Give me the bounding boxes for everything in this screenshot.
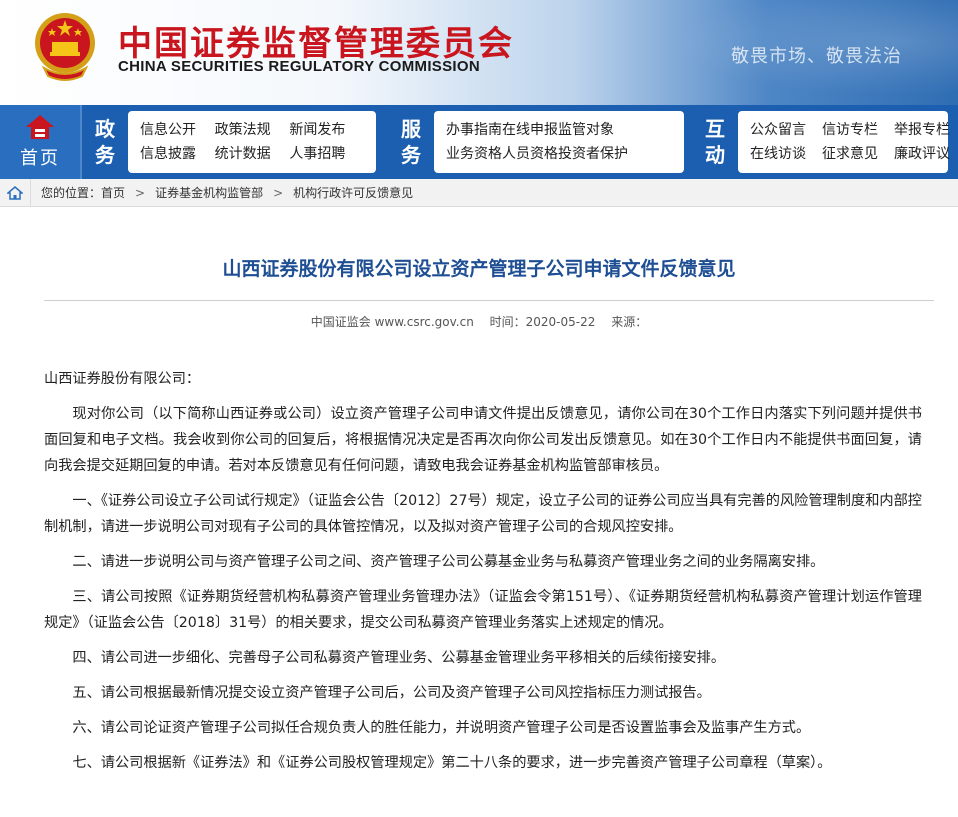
site-title-en: CHINA SECURITIES REGULATORY COMMISSION xyxy=(118,58,480,75)
article-paragraph: 六、请公司论证资产管理子公司拟任合规负责人的胜任能力，并说明资产管理子公司是否设… xyxy=(72,720,811,736)
article-paragraph: 现对你公司（以下简称山西证券或公司）设立资产管理子公司申请文件提出反馈意见，请你… xyxy=(44,406,922,474)
breadcrumb-separator: > xyxy=(273,185,284,200)
article-time: 时间：2020-05-22 xyxy=(489,315,596,329)
breadcrumb-separator: > xyxy=(135,185,146,200)
nav-home-label: 首页 xyxy=(20,148,60,169)
nav-category-char: 务 xyxy=(95,143,115,167)
nav-category-char: 互 xyxy=(705,117,725,141)
site-header: 中国证券监督管理委员会 CHINA SECURITIES REGULATORY … xyxy=(0,0,958,105)
article-paragraph: 五、请公司根据最新情况提交设立资产管理子公司后，公司及资产管理子公司风控指标压力… xyxy=(72,685,711,701)
nav-link-news[interactable]: 新闻发布 xyxy=(289,118,364,142)
nav-panel-hudong: 公众留言 信访专栏 举报专栏 在线访谈 征求意见 廉政评议 xyxy=(738,111,950,173)
national-emblem-icon xyxy=(35,13,95,81)
article-body: 山西证券股份有限公司： 现对你公司（以下简称山西证券或公司）设立资产管理子公司申… xyxy=(44,366,922,776)
nav-link-solicit-opinion[interactable]: 征求意见 xyxy=(822,142,878,166)
site-slogan: 敬畏市场、敬畏法治 xyxy=(731,46,902,67)
breadcrumb-prefix: 您的位置： xyxy=(41,186,102,200)
main-nav: 首页 政 务 信息公开 政策法规 新闻发布 信息披露 统计数据 人事招聘 服 务… xyxy=(0,105,958,179)
article-title: 山西证券股份有限公司设立资产管理子公司申请文件反馈意见 xyxy=(222,258,736,280)
article: 山西证券股份有限公司设立资产管理子公司申请文件反馈意见 中国证监会 www.cs… xyxy=(0,255,958,776)
article-meta: 中国证监会 www.csrc.gov.cn 时间：2020-05-22 来源： xyxy=(0,314,958,330)
article-source: 中国证监会 www.csrc.gov.cn xyxy=(310,315,474,329)
nav-category-char: 务 xyxy=(401,143,421,167)
nav-link-recruitment[interactable]: 人事招聘 xyxy=(289,142,364,166)
nav-link-public-message[interactable]: 公众留言 xyxy=(750,118,806,142)
title-divider xyxy=(44,300,934,301)
nav-home-button[interactable]: 首页 xyxy=(0,105,80,179)
nav-link-service-row2[interactable]: 业务资格人员资格投资者保护 xyxy=(446,142,672,166)
breadcrumb-item-department[interactable]: 证券基金机构监管部 xyxy=(155,184,263,201)
article-paragraph: 三、请公司按照《证券期货经营机构私募资产管理业务管理办法》（证监会令第151号）… xyxy=(44,589,922,631)
nav-link-policy[interactable]: 政策法规 xyxy=(215,118,290,142)
csrc-logo-icon xyxy=(26,115,54,139)
nav-link-disclosure[interactable]: 信息披露 xyxy=(140,142,215,166)
nav-link-report[interactable]: 举报专栏 xyxy=(894,118,950,142)
nav-category-hudong: 互 动 xyxy=(692,105,738,179)
nav-panel-zhengwu: 信息公开 政策法规 新闻发布 信息披露 统计数据 人事招聘 xyxy=(128,111,376,173)
nav-link-integrity[interactable]: 廉政评议 xyxy=(894,142,950,166)
nav-category-fuwu: 服 务 xyxy=(388,105,434,179)
nav-link-service-row1[interactable]: 办事指南在线申报监管对象 xyxy=(446,118,672,142)
nav-link-interview[interactable]: 在线访谈 xyxy=(750,142,806,166)
article-paragraph: 七、请公司根据新《证券法》和《证券公司股权管理规定》第二十八条的要求，进一步完善… xyxy=(72,755,832,771)
nav-category-char: 动 xyxy=(705,143,725,167)
nav-category-char: 服 xyxy=(401,117,421,141)
article-paragraph: 二、请进一步说明公司与资产管理子公司之间、资产管理子公司公募基金业务与私募资产管… xyxy=(72,554,825,570)
breadcrumb-home-button[interactable] xyxy=(0,178,31,207)
nav-category-char: 政 xyxy=(95,117,115,141)
nav-panel-fuwu: 办事指南在线申报监管对象 业务资格人员资格投资者保护 xyxy=(434,111,684,173)
nav-category-zhengwu: 政 务 xyxy=(82,105,128,179)
house-icon xyxy=(7,185,23,200)
nav-link-info-open[interactable]: 信息公开 xyxy=(140,118,215,142)
nav-link-statistics[interactable]: 统计数据 xyxy=(215,142,290,166)
breadcrumb: 您的位置： 首页 > 证券基金机构监管部 > 机构行政许可反馈意见 xyxy=(0,178,958,207)
nav-link-petition[interactable]: 信访专栏 xyxy=(822,118,878,142)
article-paragraph: 一、《证券公司设立子公司试行规定》（证监会公告〔2012〕27号）规定，设立子公… xyxy=(44,493,922,535)
breadcrumb-item-home[interactable]: 首页 xyxy=(101,184,125,201)
article-origin: 来源： xyxy=(611,315,648,329)
breadcrumb-item-current[interactable]: 机构行政许可反馈意见 xyxy=(293,184,413,201)
article-paragraph: 四、请公司进一步细化、完善母子公司私募资产管理业务、公募基金管理业务平移相关的后… xyxy=(72,650,726,666)
article-salutation: 山西证券股份有限公司： xyxy=(44,371,201,387)
